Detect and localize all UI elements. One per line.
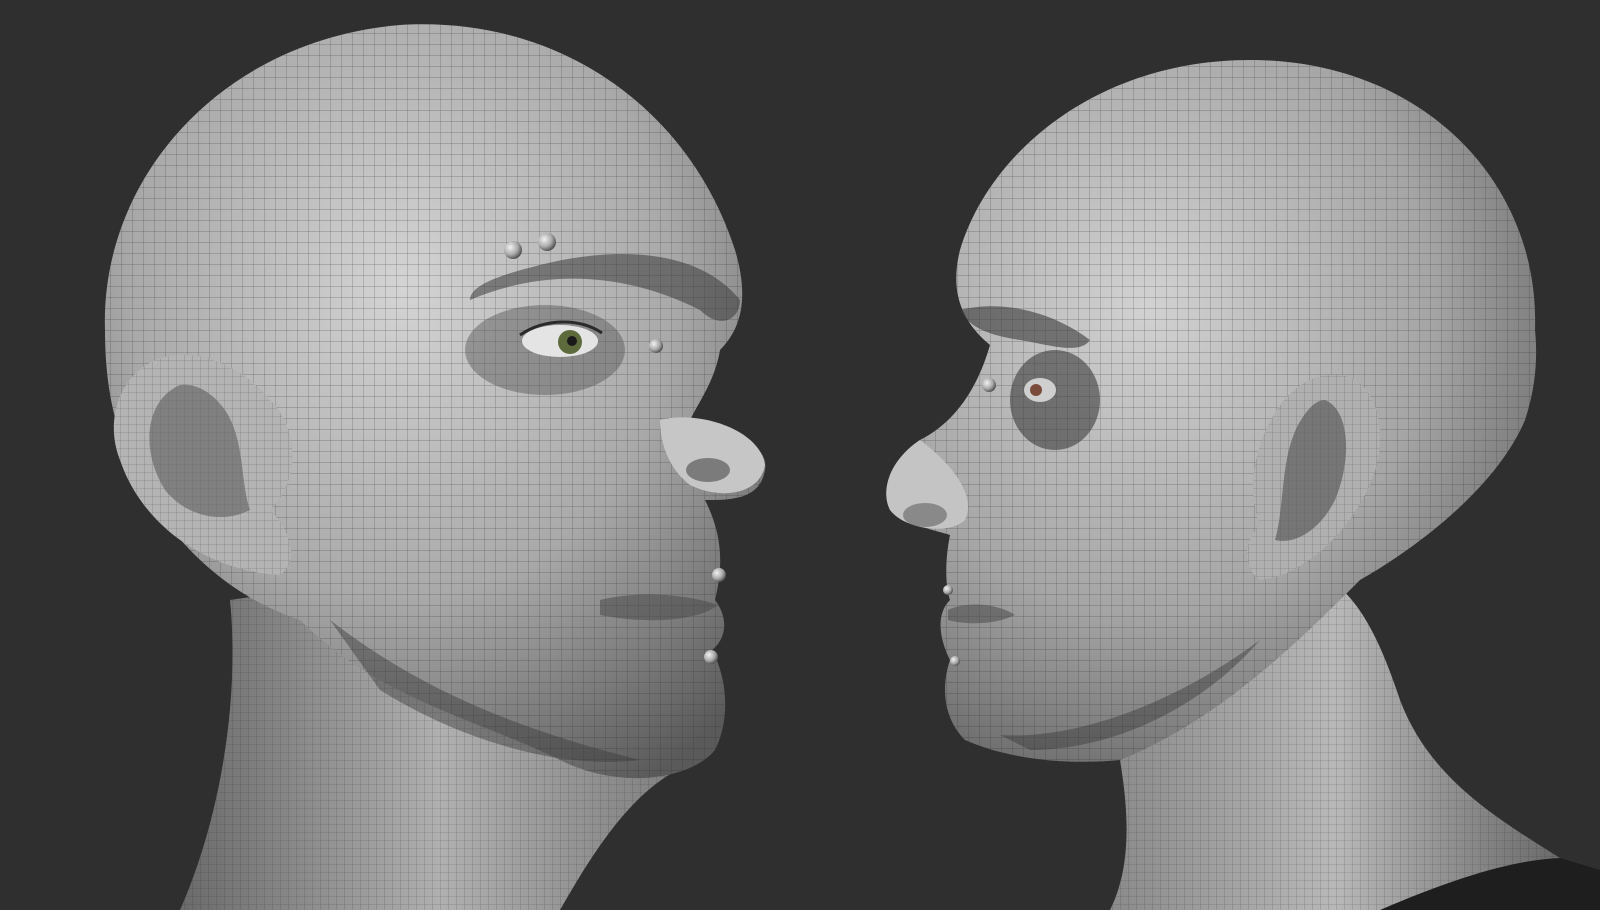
right-head-bridge-piercing: [982, 378, 996, 392]
left-head-eyebrow-piercing-1: [504, 241, 522, 259]
left-head-bridge-piercing: [649, 339, 663, 353]
right-head-iris: [1030, 384, 1042, 396]
right-head-eye-socket: [1010, 350, 1100, 450]
left-head-lip-piercing-lower: [704, 650, 718, 664]
left-head-lip-piercing-upper: [712, 568, 726, 582]
left-head-eyebrow-piercing-2: [538, 233, 556, 251]
right-head-lip-piercing-upper: [943, 585, 953, 595]
sculpt-viewport: [0, 0, 1600, 910]
right-head-lip-piercing-lower: [950, 656, 960, 666]
